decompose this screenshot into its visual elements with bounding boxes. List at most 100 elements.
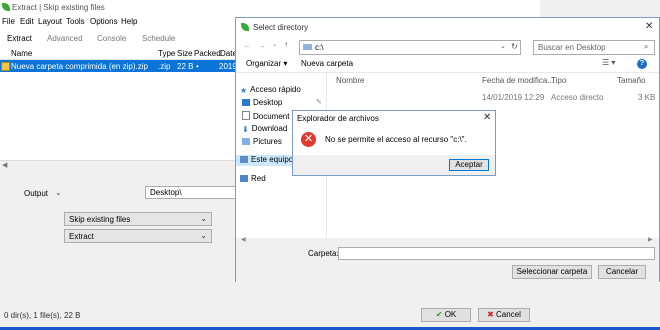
col-nombre[interactable]: Nombre: [336, 76, 364, 85]
output-label: Output: [24, 189, 49, 198]
nav-quick-access[interactable]: ★ Acceso rápido: [240, 85, 301, 95]
pictures-icon: [242, 138, 250, 145]
cancel-button[interactable]: ✖ Cancel: [478, 308, 530, 322]
accept-button[interactable]: Aceptar: [449, 159, 489, 171]
dialog-toolbar: Organizar ▾ Nueva carpeta ☰ ▾ ?: [236, 58, 659, 73]
action-mode-select[interactable]: Extract ⌄: [64, 229, 212, 243]
col-packed[interactable]: Packed: [194, 49, 221, 58]
menu-help[interactable]: Help: [121, 17, 137, 26]
app-logo-icon: [241, 23, 249, 31]
nav-documents[interactable]: Document: [242, 111, 289, 121]
output-path-field[interactable]: Desktop\: [145, 186, 237, 199]
dialog-footer: ◀ ▶ Carpeta: Seleccionar carpeta Cancela…: [236, 236, 659, 282]
row-size: 3 KB: [638, 93, 656, 102]
main-title-bar: Extract | Skip existing files: [0, 0, 540, 15]
app-logo-icon: [2, 3, 10, 11]
document-icon: [242, 111, 250, 120]
output-dropdown-icon[interactable]: ⌄: [55, 188, 62, 197]
menu-edit[interactable]: Edit: [20, 17, 34, 26]
error-title: Explorador de archivos: [297, 114, 379, 123]
overwrite-mode-value: Skip existing files: [69, 215, 131, 224]
nav-label: Este equipo: [251, 155, 294, 164]
chevron-down-icon: ⌄: [200, 231, 207, 240]
scroll-left-icon[interactable]: ◀: [241, 236, 246, 243]
select-folder-button[interactable]: Seleccionar carpeta: [512, 265, 592, 279]
nav-label: Document: [253, 112, 290, 121]
row-type: .zip: [158, 62, 171, 71]
dialog-title: Select directory: [253, 23, 309, 32]
menu-options[interactable]: Options: [90, 17, 118, 26]
chevron-down-icon: ⌄: [200, 214, 207, 223]
organize-button[interactable]: Organizar ▾: [246, 59, 287, 68]
desktop-icon: [242, 99, 250, 106]
col-name[interactable]: Name: [11, 49, 32, 58]
close-icon[interactable]: ✕: [645, 21, 653, 32]
check-icon: ✔: [435, 310, 443, 319]
output-path-value: Desktop\: [150, 188, 182, 197]
tab-extract[interactable]: Extract: [7, 34, 32, 43]
row-packed: •: [196, 62, 199, 71]
tab-schedule[interactable]: Schedule: [142, 34, 175, 43]
error-body: ✕ No se permite el acceso al recurso "c:…: [293, 125, 495, 155]
action-mode-value: Extract: [69, 232, 94, 241]
col-tamano[interactable]: Tamaño: [617, 76, 645, 85]
computer-icon: [240, 156, 248, 163]
menu-tools[interactable]: Tools: [66, 17, 85, 26]
help-icon[interactable]: ?: [637, 59, 647, 69]
main-window-title: Extract | Skip existing files: [12, 3, 105, 12]
col-type[interactable]: Type: [158, 49, 175, 58]
nav-label: Download: [251, 124, 288, 133]
row-size: 22 B: [177, 62, 194, 71]
dialog-cancel-button[interactable]: Cancelar: [598, 265, 646, 279]
tab-console[interactable]: Console: [97, 34, 126, 43]
tab-advanced[interactable]: Advanced: [47, 34, 83, 43]
refresh-icon[interactable]: ↻: [511, 42, 518, 51]
menu-file[interactable]: File: [2, 17, 15, 26]
new-folder-button[interactable]: Nueva carpeta: [301, 59, 353, 68]
nav-pictures[interactable]: Pictures: [242, 137, 282, 146]
row-date: 14/01/2019 12:29: [482, 93, 545, 102]
scroll-left-icon[interactable]: ◀: [2, 161, 7, 169]
chevron-down-icon[interactable]: ⌄: [500, 42, 506, 50]
status-text: 0 dir(s), 1 file(s), 22 B: [4, 311, 81, 320]
recent-dropdown-icon[interactable]: ⌄: [272, 41, 277, 48]
back-arrow-icon[interactable]: ←: [243, 41, 251, 50]
address-field[interactable]: c:\ ⌄ ↻: [299, 40, 521, 55]
star-icon: ★: [240, 86, 248, 95]
overwrite-mode-select[interactable]: Skip existing files ⌄: [64, 212, 212, 226]
nav-desktop[interactable]: Desktop: [242, 98, 282, 107]
forward-arrow-icon[interactable]: →: [258, 41, 266, 50]
table-row[interactable]: Nueva carpeta comprimida (en zip).zip .z…: [0, 60, 239, 72]
cancel-label: Cancel: [496, 310, 521, 319]
download-icon: ⬇: [242, 125, 249, 134]
search-icon: ⌕: [644, 42, 649, 51]
ok-button[interactable]: ✔ OK: [421, 308, 471, 322]
error-dialog: Explorador de archivos ✕ ✕ No se permite…: [292, 110, 496, 176]
col-fecha[interactable]: Fecha de modifica...: [482, 76, 554, 85]
cross-icon: ✖: [487, 310, 494, 319]
menu-layout[interactable]: Layout: [38, 17, 62, 26]
address-value: c:\: [315, 43, 324, 52]
horizontal-scrollbar[interactable]: ◀: [0, 160, 240, 171]
zip-file-icon: [1, 62, 10, 71]
up-arrow-icon[interactable]: ↑: [284, 40, 288, 49]
folder-input[interactable]: [338, 247, 655, 260]
col-size[interactable]: Size: [177, 49, 193, 58]
address-bar-row: ← → ⌄ ↑ c:\ ⌄ ↻ Buscar en Desktop ⌕: [236, 36, 659, 58]
col-tipo[interactable]: Tipo: [551, 76, 566, 85]
error-icon: ✕: [301, 132, 316, 147]
drive-icon: [303, 44, 312, 50]
nav-label: Acceso rápido: [250, 85, 301, 94]
nav-label: Desktop: [253, 98, 283, 107]
nav-label: Pictures: [253, 137, 282, 146]
organize-label: Organizar: [246, 59, 282, 68]
nav-downloads[interactable]: ⬇ Download: [242, 124, 288, 134]
nav-network[interactable]: Red: [240, 174, 266, 183]
search-input[interactable]: Buscar en Desktop ⌕: [533, 40, 655, 55]
close-icon[interactable]: ✕: [483, 112, 491, 123]
scroll-right-icon[interactable]: ▶: [648, 236, 653, 243]
view-options-icon[interactable]: ☰ ▾: [602, 58, 615, 67]
dialog-title-bar: Select directory ✕: [236, 18, 659, 36]
folder-label: Carpeta:: [308, 249, 339, 258]
pin-icon: ✎: [316, 99, 322, 106]
